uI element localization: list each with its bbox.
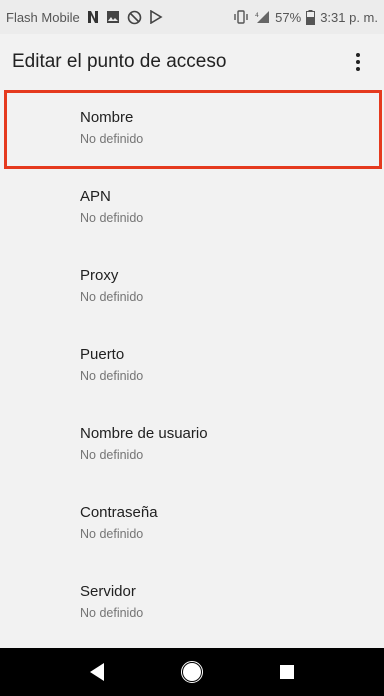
pref-item-servidor[interactable]: Servidor No definido: [0, 564, 384, 643]
pref-title: Nombre de usuario: [80, 425, 208, 442]
carrier-name: Flash Mobile: [6, 9, 80, 25]
apn-settings-list: Nombre No definido APN No definido Proxy…: [0, 90, 384, 643]
screen: Flash Mobile 4 57% 3:31 p. m. Editar el …: [0, 0, 384, 696]
svg-text:4: 4: [255, 12, 259, 19]
play-store-icon: [149, 9, 163, 25]
vibrate-icon: [233, 9, 249, 25]
overflow-dot: [356, 60, 360, 64]
pref-summary: No definido: [80, 290, 144, 304]
pref-item-proxy[interactable]: Proxy No definido: [0, 248, 384, 327]
pref-item-nombre-de-usuario[interactable]: Nombre de usuario No definido: [0, 406, 384, 485]
cast-off-icon: [127, 9, 142, 25]
battery-icon: [306, 9, 316, 25]
back-icon[interactable]: [73, 648, 121, 696]
pref-summary: No definido: [80, 132, 144, 146]
pref-title: Puerto: [80, 346, 125, 363]
app-bar: Editar el punto de acceso: [0, 34, 384, 90]
clock: 3:31 p. m.: [320, 9, 378, 25]
pref-title: Proxy: [80, 267, 119, 284]
n-notification-icon: [87, 9, 99, 25]
status-bar: Flash Mobile 4 57% 3:31 p. m.: [0, 0, 384, 34]
pref-summary: No definido: [80, 448, 144, 462]
pref-summary: No definido: [80, 211, 144, 225]
pref-title: Servidor: [80, 583, 136, 600]
signal-icon: 4: [254, 9, 270, 25]
pref-item-contrasena[interactable]: Contraseña No definido: [0, 485, 384, 564]
more-vert-icon[interactable]: [346, 42, 370, 82]
pref-title: Nombre: [80, 109, 134, 126]
overflow-dot: [356, 67, 360, 71]
pref-title: APN: [80, 188, 111, 205]
overflow-dot: [356, 53, 360, 57]
pref-title: Contraseña: [80, 504, 158, 521]
status-left: Flash Mobile: [6, 9, 163, 25]
battery-percent: 57%: [275, 9, 302, 25]
pref-item-nombre[interactable]: Nombre No definido: [4, 90, 382, 169]
recents-icon[interactable]: [263, 648, 311, 696]
page-title: Editar el punto de acceso: [12, 51, 227, 72]
pref-item-puerto[interactable]: Puerto No definido: [0, 327, 384, 406]
pref-summary: No definido: [80, 527, 144, 541]
image-notification-icon: [106, 9, 120, 25]
pref-summary: No definido: [80, 369, 144, 383]
navigation-bar: [0, 648, 384, 696]
pref-item-apn[interactable]: APN No definido: [0, 169, 384, 248]
pref-summary: No definido: [80, 606, 144, 620]
home-icon[interactable]: [168, 648, 216, 696]
status-right: 4 57% 3:31 p. m.: [233, 9, 378, 25]
